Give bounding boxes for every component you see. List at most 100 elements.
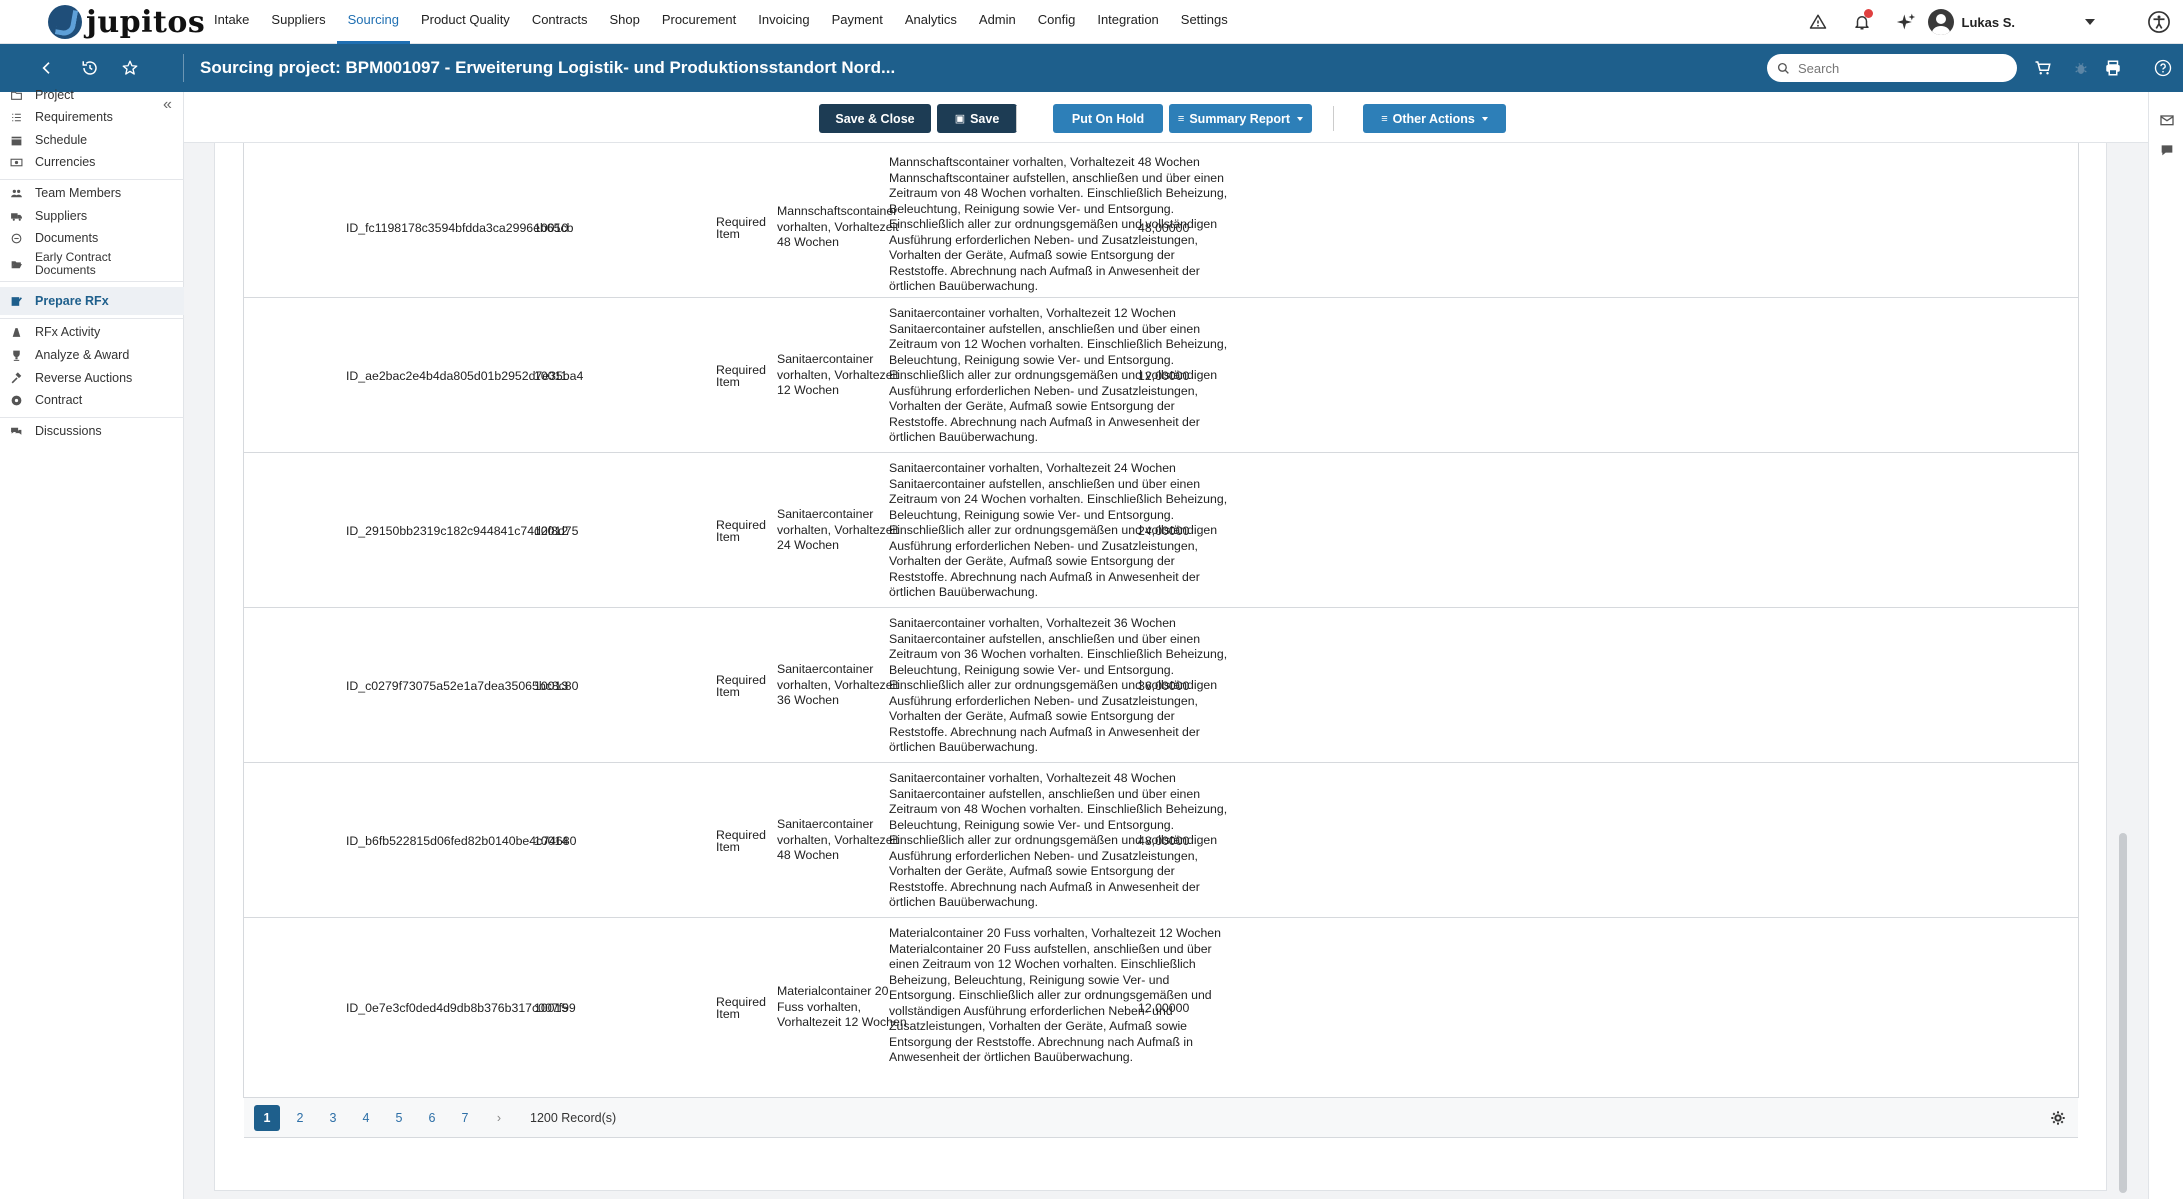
money-icon: [8, 154, 24, 170]
page-button-3[interactable]: 3: [320, 1105, 346, 1131]
table-row[interactable]: ID_c0279f73075a52e1a7dea35065bc8c80 10013…: [244, 608, 2078, 763]
nav-link-product-quality[interactable]: Product Quality: [410, 0, 521, 44]
sidebar-item-label: Project: [35, 88, 74, 102]
quantity-cell: 48,00000: [1138, 221, 1190, 235]
page-button-7[interactable]: 7: [452, 1105, 478, 1131]
sidebar-item-prepare-rfx[interactable]: Prepare RFx: [0, 287, 184, 315]
action-toolbar: Save & Close ▣ Save Put On Hold ≡ Summary …: [184, 92, 2148, 143]
chevron-down-icon: [1481, 116, 1488, 121]
sidebar-item-discussions[interactable]: Discussions: [0, 417, 184, 445]
position-cell: 10011: [534, 369, 568, 383]
chat-icon: [8, 423, 24, 439]
bug-icon[interactable]: [2063, 44, 2099, 92]
nav-link-sourcing[interactable]: Sourcing: [336, 0, 410, 44]
page-button-6[interactable]: 6: [419, 1105, 445, 1131]
save-button[interactable]: ▣ Save: [937, 104, 1017, 133]
sidebar-item-label: Analyze & Award: [35, 348, 130, 362]
menu-lines-icon: ≡: [1177, 112, 1185, 125]
nav-link-shop[interactable]: Shop: [598, 0, 650, 44]
table-row[interactable]: ID_29150bb2319c182c944841c74d2f8d75 10012…: [244, 453, 2078, 608]
sidebar-item-label: Suppliers: [35, 209, 88, 223]
pagination: 1200 Record(s) 1 2 3 4 5 6 7 ›: [244, 1098, 2078, 1138]
nav-link-intake[interactable]: Intake: [203, 0, 260, 44]
search-box[interactable]: [1767, 54, 2017, 82]
sidebar-item-label: Discussions: [35, 424, 102, 438]
page-title: Sourcing project: BPM001097 - Erweiterun…: [200, 58, 896, 77]
sidebar-divider: [0, 281, 184, 282]
search-icon: [1777, 62, 1789, 74]
warning-icon[interactable]: [1796, 0, 1840, 44]
print-icon[interactable]: [2095, 44, 2131, 92]
nav-link-payment[interactable]: Payment: [821, 0, 894, 44]
table-row[interactable]: ID_fc1198178c3594bfdda3ca2996eb65cb 10010…: [244, 143, 2078, 298]
nav-link-analytics[interactable]: Analytics: [894, 0, 968, 44]
jupitos-logo[interactable]: jupitos: [48, 4, 205, 40]
gear-icon[interactable]: [2050, 1110, 2066, 1126]
nav-link-contracts[interactable]: Contracts: [521, 0, 599, 44]
user-menu[interactable]: Lukas S.: [1927, 0, 2137, 44]
other-actions-label: Other Actions: [1392, 111, 1475, 126]
other-actions-button[interactable]: ≡ Other Actions: [1363, 104, 1506, 133]
cart-icon[interactable]: [2025, 44, 2061, 92]
mail-icon[interactable]: [2159, 112, 2175, 128]
record-count: 1200 Record(s): [530, 1111, 617, 1125]
quantity-cell: 12,00000: [1138, 369, 1190, 383]
sidebar-item-early-contract-documents[interactable]: Early Contract Documents: [0, 250, 184, 278]
page-button-4[interactable]: 4: [353, 1105, 379, 1131]
put-on-hold-button[interactable]: Put On Hold: [1053, 104, 1163, 133]
page-button-2[interactable]: 2: [287, 1105, 313, 1131]
rfx-items-table: ID_0e7e3cf0ded4d9db8b376b317c007f99 10015…: [243, 143, 2079, 1138]
nav-link-settings[interactable]: Settings: [1170, 0, 1239, 44]
chevron-down-icon: [1297, 116, 1304, 121]
right-rail: [2148, 92, 2183, 1199]
vertical-scrollbar[interactable]: [2117, 143, 2129, 1199]
sidebar-item-currencies[interactable]: Currencies: [0, 148, 184, 176]
project-sidebar: « Project Requirements Schedule Currencies T…: [0, 88, 184, 1199]
position-cell: 10010: [534, 221, 569, 235]
nav-link-config[interactable]: Config: [1027, 0, 1087, 44]
scrollbar-thumb[interactable]: [2119, 833, 2127, 1193]
sidebar-item-label: RFx Activity: [35, 325, 101, 339]
item-type-cell: Required Item: [716, 518, 766, 544]
nav-link-procurement[interactable]: Procurement: [651, 0, 747, 44]
item-type-cell: Required Item: [716, 215, 766, 241]
quantity-cell: 36,00000: [1138, 679, 1190, 693]
sidebar-item-contract[interactable]: Contract: [0, 386, 184, 414]
chevron-down-icon: [2085, 19, 2095, 25]
folder-open-icon: [8, 256, 24, 272]
nav-link-suppliers[interactable]: Suppliers: [260, 0, 336, 44]
next-page-chevron-icon[interactable]: ›: [486, 1105, 512, 1131]
table-row[interactable]: ID_b6fb522815d06fed82b0140be4c74680 10014…: [244, 763, 2078, 918]
summary-report-label: Summary Report: [1189, 111, 1291, 126]
avatar: [1927, 9, 1954, 35]
position-cell: 10012: [534, 524, 569, 538]
save-close-button[interactable]: Save & Close: [819, 104, 931, 133]
ai-sparkle-icon[interactable]: [1884, 0, 1928, 44]
search-input[interactable]: [1798, 60, 1998, 76]
floppy-disk-icon: ▣: [954, 113, 966, 125]
help-icon[interactable]: [2145, 44, 2181, 92]
chat-icon[interactable]: [2159, 142, 2175, 158]
user-name: Lukas S.: [1961, 14, 2015, 30]
accessibility-icon[interactable]: [2137, 0, 2181, 44]
quantity-cell: 48,00000: [1138, 834, 1190, 848]
page-button-5[interactable]: 5: [386, 1105, 412, 1131]
calendar-icon: [8, 132, 24, 148]
nav-link-admin[interactable]: Admin: [968, 0, 1027, 44]
sidebar-item-label: Schedule: [35, 133, 88, 147]
page-button-1[interactable]: 1: [254, 1105, 280, 1131]
save-close-label: Save & Close: [835, 111, 915, 126]
sidebar-item-label: Reverse Auctions: [35, 371, 133, 385]
trophy-icon: [8, 347, 24, 363]
quantity-cell: 24,00000: [1138, 524, 1190, 538]
notification-bell-icon[interactable]: [1840, 0, 1884, 44]
truck-icon: [8, 208, 24, 224]
table-row[interactable]: ID_ae2bac2e4b4da805d01b2952d7e35ba4 10011…: [244, 298, 2078, 453]
summary-report-button[interactable]: ≡ Summary Report: [1169, 104, 1312, 133]
save-label: Save: [970, 111, 1000, 126]
nav-link-integration[interactable]: Integration: [1086, 0, 1169, 44]
logo-mark-icon: [48, 5, 82, 39]
table-row[interactable]: ID_0e7e3cf0ded4d9db8b376b317c007f99 10015…: [244, 918, 2078, 1098]
sidebar-item-documents[interactable]: Documents: [0, 224, 184, 252]
nav-link-invoicing[interactable]: Invoicing: [747, 0, 820, 44]
